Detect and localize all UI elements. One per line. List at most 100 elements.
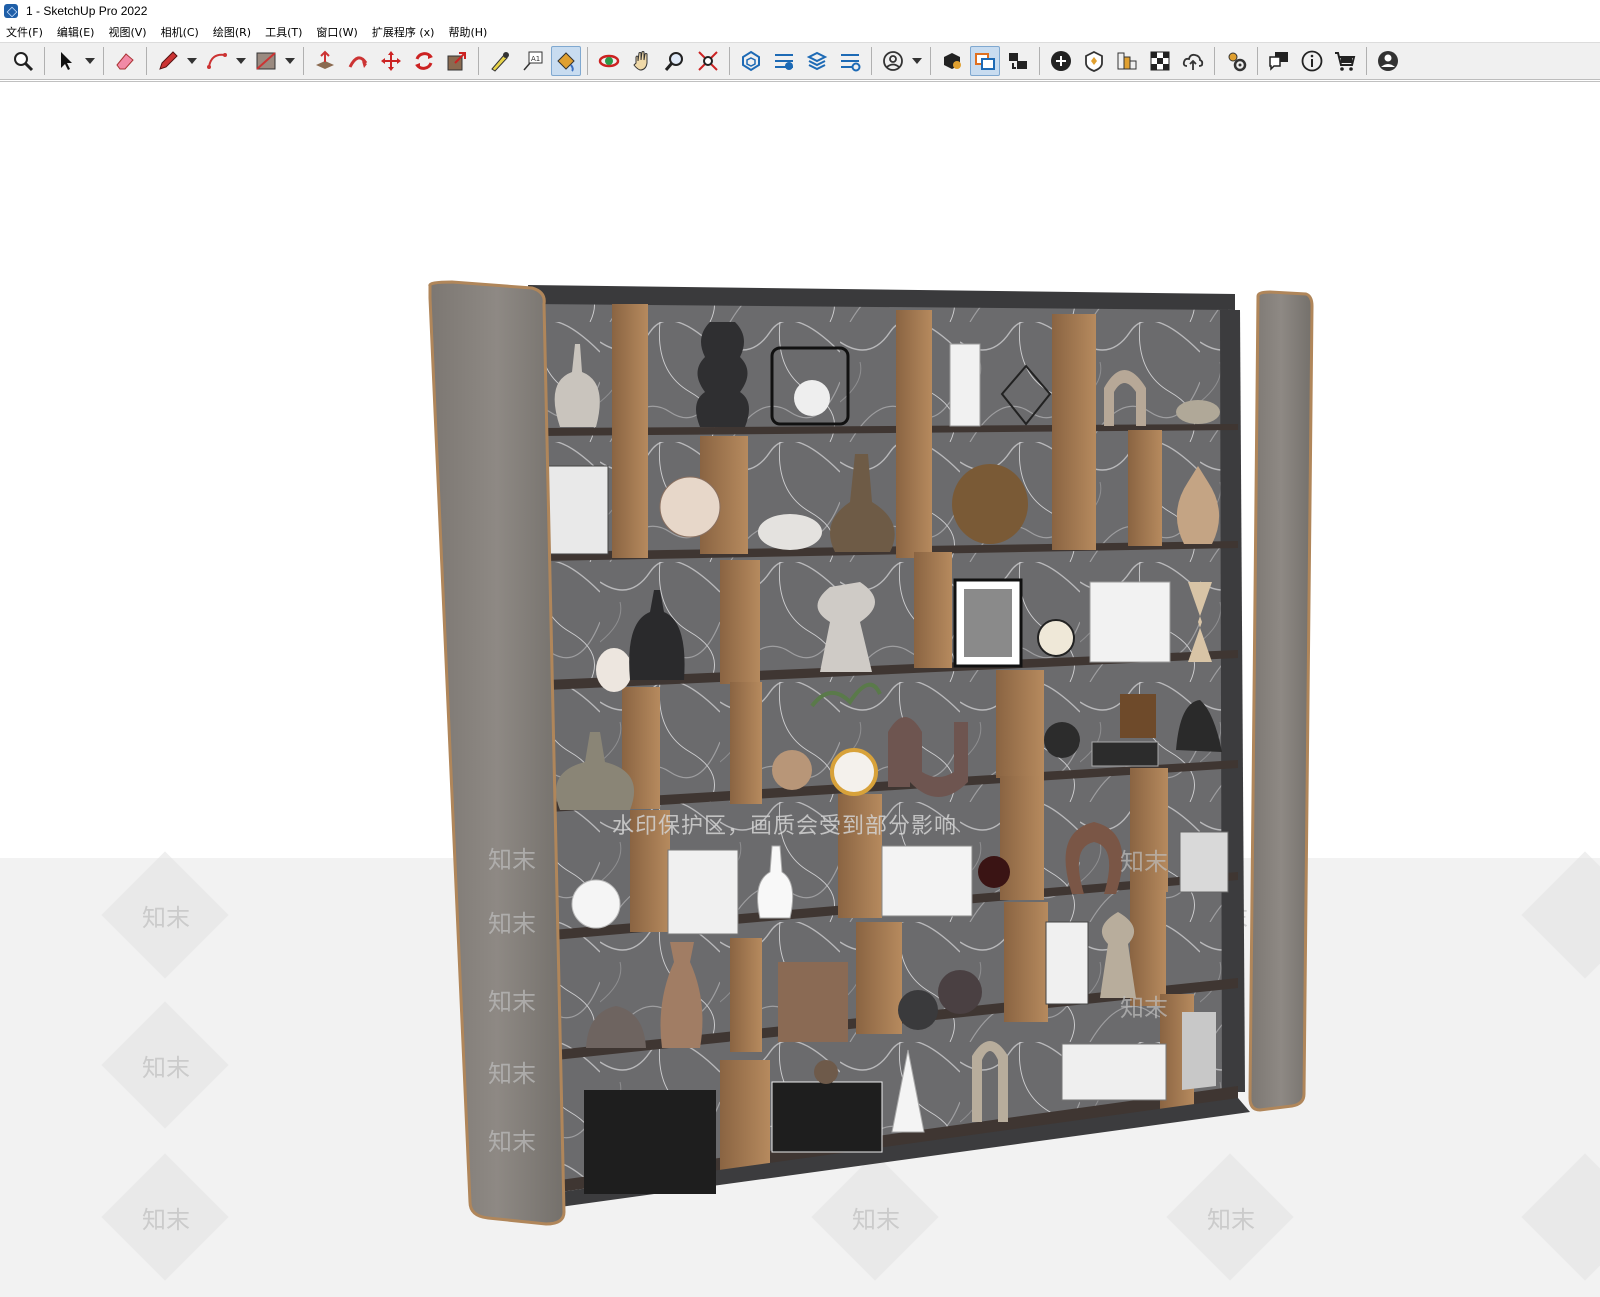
line-button[interactable] <box>153 46 183 76</box>
book-stack <box>1061 1043 1167 1101</box>
menu-camera[interactable]: 相机(C) <box>161 24 199 40</box>
modeling-viewport[interactable]: 知末 知末 知末 知末 知末 知末 <box>0 81 1600 1297</box>
select-button[interactable] <box>51 46 81 76</box>
checker-button[interactable] <box>1145 46 1175 76</box>
extension-manager-button[interactable] <box>835 46 865 76</box>
rotate-button[interactable] <box>409 46 439 76</box>
menu-window[interactable]: 窗口(W) <box>316 24 357 40</box>
settings-icon <box>1228 52 1247 72</box>
zoom-extents-icon <box>698 51 718 71</box>
watermark-brand: 知末 <box>488 1128 536 1156</box>
photo <box>964 589 1012 657</box>
menu-help[interactable]: 帮助(H) <box>448 24 487 40</box>
arc-button[interactable] <box>202 46 232 76</box>
scale-button[interactable] <box>442 46 472 76</box>
cart-button[interactable] <box>1330 46 1360 76</box>
candle-holder <box>1120 694 1156 738</box>
menu-file[interactable]: 文件(F) <box>6 24 43 40</box>
arc-dropdown[interactable] <box>235 46 247 76</box>
twig-bottles <box>778 962 848 1042</box>
3d-warehouse-icon <box>742 50 760 72</box>
menu-edit[interactable]: 编辑(E) <box>57 24 95 40</box>
paint-bucket-button[interactable] <box>551 46 581 76</box>
divider <box>730 682 762 804</box>
layout-icon <box>806 51 828 71</box>
scenes-button[interactable] <box>1003 46 1033 76</box>
pan-icon <box>633 51 648 71</box>
move-button[interactable] <box>376 46 406 76</box>
push-pull-icon <box>316 50 334 69</box>
toolbar-separator <box>729 47 730 75</box>
shape-button[interactable] <box>251 46 281 76</box>
settings-button[interactable] <box>1221 46 1251 76</box>
black-boxes <box>771 1081 883 1153</box>
black-file-boxes <box>584 1090 716 1194</box>
menu-extensions[interactable]: 扩展程序 (x) <box>372 24 435 40</box>
zoom-icon <box>14 52 34 72</box>
toolbar-separator <box>478 47 479 75</box>
zoom-tool-button[interactable] <box>660 46 690 76</box>
cloud-upload-button[interactable] <box>1178 46 1208 76</box>
book-stack <box>1091 741 1159 767</box>
extension-warehouse-button[interactable] <box>769 46 799 76</box>
books <box>1089 581 1171 663</box>
toolbar-separator <box>930 47 931 75</box>
profile-button[interactable] <box>1373 46 1403 76</box>
text-button[interactable]: A1 <box>518 46 548 76</box>
add-location-icon <box>1051 51 1071 71</box>
watermark-brand: 知末 <box>488 910 536 938</box>
follow-me-button[interactable] <box>343 46 373 76</box>
extension-warehouse-icon <box>775 54 793 70</box>
round-vase <box>952 464 1028 544</box>
info-button[interactable] <box>1297 46 1327 76</box>
zoom-extents-button[interactable] <box>693 46 723 76</box>
cart-icon <box>1335 52 1356 71</box>
alarm-clock <box>1037 619 1075 657</box>
menu-tools[interactable]: 工具(T) <box>265 24 302 40</box>
line-dropdown[interactable] <box>186 46 198 76</box>
user-account-icon <box>883 51 903 71</box>
toolbar-separator <box>1039 47 1040 75</box>
sandbox-button[interactable] <box>1112 46 1142 76</box>
push-pull-button[interactable] <box>310 46 340 76</box>
toolbar-separator <box>871 47 872 75</box>
divider <box>1004 902 1048 1022</box>
select-dropdown[interactable] <box>84 46 96 76</box>
round-box <box>758 514 822 550</box>
orbit-icon <box>598 54 620 68</box>
toolbar-separator <box>44 47 45 75</box>
flower-ornament <box>659 476 721 538</box>
eraser-button[interactable] <box>110 46 140 76</box>
bookcase-model[interactable] <box>0 82 1600 1297</box>
chat-button[interactable] <box>1264 46 1294 76</box>
user-account-button[interactable] <box>878 46 908 76</box>
zoom-button[interactable] <box>8 46 38 76</box>
menu-bar: 文件(F) 编辑(E) 视图(V) 相机(C) 绘图(R) 工具(T) 窗口(W… <box>0 22 1600 42</box>
menu-draw[interactable]: 绘图(R) <box>213 24 251 40</box>
solid-tools-button[interactable] <box>1079 46 1109 76</box>
group-button[interactable] <box>970 46 1000 76</box>
solid-tools-icon <box>1085 50 1103 72</box>
user-account-dropdown[interactable] <box>911 46 923 76</box>
watermark-brand: 知末 <box>488 1060 536 1088</box>
watermark-brand: 知末 <box>1120 848 1168 876</box>
tape-measure-button[interactable] <box>485 46 515 76</box>
layout-button[interactable] <box>802 46 832 76</box>
divider <box>730 938 762 1052</box>
shape-dropdown[interactable] <box>284 46 296 76</box>
pan-button[interactable] <box>627 46 657 76</box>
menu-view[interactable]: 视图(V) <box>108 24 146 40</box>
3d-warehouse-button[interactable] <box>736 46 766 76</box>
toolbar-separator <box>1214 47 1215 75</box>
extension-manager-icon <box>841 54 861 72</box>
watermark-brand: 知末 <box>488 988 536 1016</box>
main-toolbar: A1 <box>0 42 1600 80</box>
info-icon <box>1301 50 1323 72</box>
add-location-button[interactable] <box>1046 46 1076 76</box>
divider <box>1052 314 1096 550</box>
orbit-button[interactable] <box>594 46 624 76</box>
books <box>667 849 739 935</box>
component-button[interactable] <box>937 46 967 76</box>
toolbar-separator <box>587 47 588 75</box>
lamp-globe <box>794 380 830 416</box>
